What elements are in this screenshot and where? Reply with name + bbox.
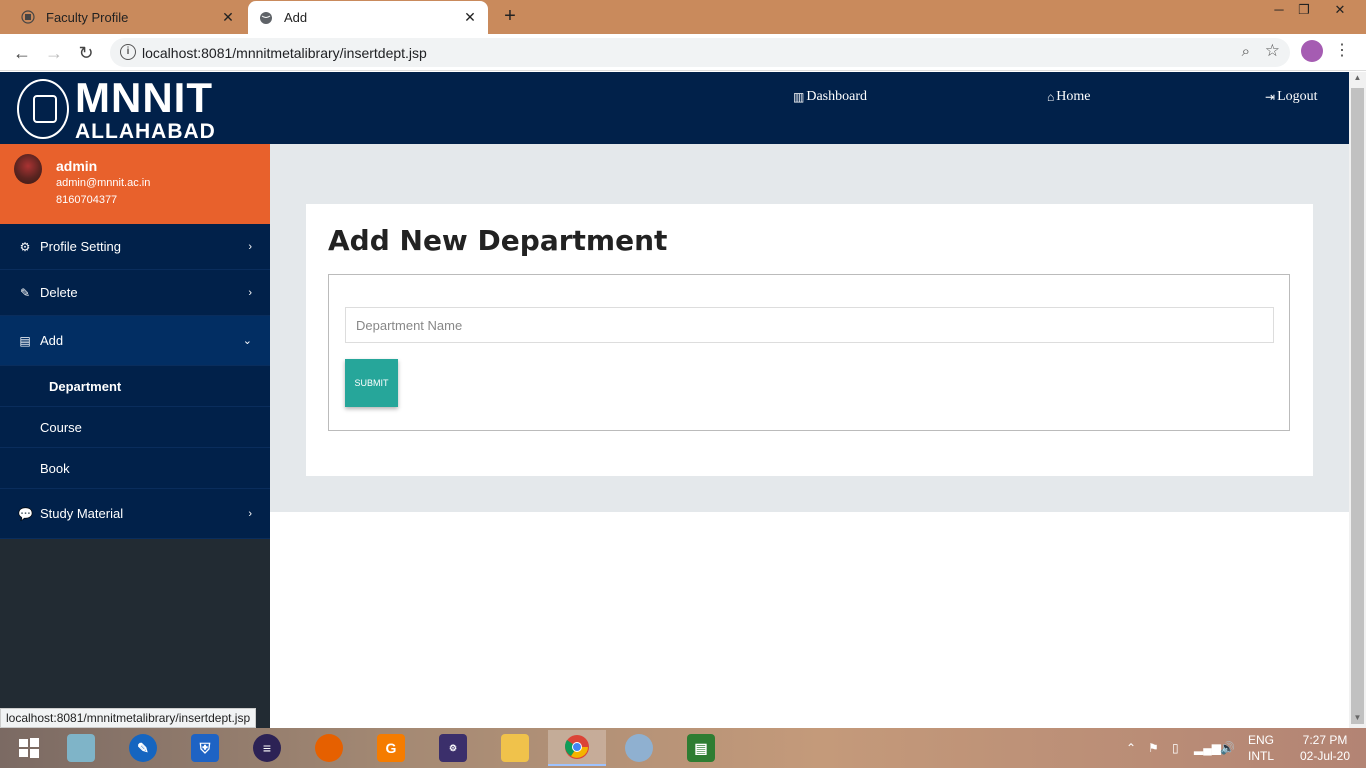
forward-icon[interactable]: → <box>42 41 66 65</box>
info-icon[interactable]: i <box>120 44 136 60</box>
sidebar-subitem-course[interactable]: Course <box>0 407 270 448</box>
sidebar-item-label: Study Material <box>40 506 124 521</box>
profile-email: admin@mnnit.ac.in <box>56 177 151 189</box>
logout-icon: ⇥ <box>1265 89 1276 104</box>
pencil-icon: ✎ <box>19 285 31 300</box>
sidebar-item-add[interactable]: ▤ Add ⌄ <box>0 316 270 366</box>
mnnit-logo[interactable]: MNNIT ALLAHABAD <box>17 73 217 143</box>
url-bar[interactable]: i localhost:8081/mnnitmetalibrary/insert… <box>110 38 1290 67</box>
logo-line2: ALLAHABAD <box>75 119 216 143</box>
chevron-right-icon: › <box>248 286 252 299</box>
nav-logout[interactable]: ⇥ Logout <box>1265 89 1318 105</box>
network-tool-icon[interactable]: ✎ <box>114 730 172 766</box>
new-tab-button[interactable]: + <box>498 4 522 28</box>
institute-seal-icon <box>17 79 69 139</box>
submit-button[interactable]: SUBMIT <box>345 359 398 407</box>
chevron-right-icon: › <box>248 507 252 520</box>
logo-line1: MNNIT <box>75 73 213 121</box>
profile-name: admin <box>56 158 98 174</box>
close-tab-icon[interactable]: ✕ <box>460 9 480 26</box>
profile-phone: 8160704377 <box>56 194 118 206</box>
scroll-down-icon[interactable]: ▼ <box>1349 713 1366 727</box>
sidebar-item-profile-setting[interactable]: ⚙ Profile Setting › <box>0 224 270 270</box>
sidebar-item-label: Add <box>40 333 64 348</box>
battery-icon[interactable]: ▯ <box>1172 728 1179 768</box>
eclipse-icon[interactable]: ≡ <box>238 730 296 766</box>
profile-avatar-icon[interactable] <box>1301 40 1323 62</box>
chevron-down-icon: ⌄ <box>242 335 252 347</box>
site-header: MNNIT ALLAHABAD <box>0 72 1349 144</box>
menu-dots-icon[interactable]: ⋮ <box>1334 40 1350 60</box>
sidebar-item-label: Profile Setting <box>40 239 121 254</box>
book-icon: ▤ <box>19 333 31 348</box>
sidebar-subitem-department[interactable]: Department <box>0 366 270 407</box>
paint-icon[interactable] <box>610 730 668 766</box>
network-flag-icon[interactable]: ⚑ <box>1148 728 1159 768</box>
add-department-card: Add New Department SUBMIT <box>306 204 1313 476</box>
security-shield-icon[interactable]: ⛨ <box>176 730 234 766</box>
globe-icon <box>258 10 274 26</box>
university-favicon-icon <box>20 9 36 25</box>
scrollbar-thumb[interactable] <box>1351 88 1364 724</box>
tab-title: Faculty Profile <box>46 9 129 25</box>
firefox-icon[interactable] <box>300 730 358 766</box>
address-bar-row: ← → ↻ i localhost:8081/mnnitmetalibrary/… <box>0 34 1366 71</box>
windows-taskbar: ✎ ⛨ ≡ G ⚙ ▤ ⌃ ⚑ ▯ ▂▄▆ 🔊 ENG INTL 7:27 PM… <box>0 728 1366 768</box>
scroll-up-icon[interactable]: ▲ <box>1349 73 1366 87</box>
sidebar-subitem-book[interactable]: Book <box>0 448 270 489</box>
wifi-signal-icon[interactable]: ▂▄▆ <box>1194 728 1221 768</box>
nav-dashboard[interactable]: ▥ Dashboard <box>793 89 867 105</box>
department-form: SUBMIT <box>328 274 1290 431</box>
department-name-input[interactable] <box>345 307 1274 343</box>
tab-faculty-profile[interactable]: Faculty Profile ✕ <box>10 0 246 34</box>
url-text[interactable]: localhost:8081/mnnitmetalibrary/insertde… <box>142 45 427 61</box>
back-icon[interactable]: ← <box>10 41 34 65</box>
comments-icon: 💬 <box>18 506 33 521</box>
close-tab-icon[interactable]: ✕ <box>218 9 238 26</box>
chrome-icon[interactable] <box>548 730 606 766</box>
show-hidden-icons-icon[interactable]: ⌃ <box>1126 728 1136 768</box>
reader-icon[interactable]: ▤ <box>672 730 730 766</box>
close-window-icon[interactable]: ✕ <box>1323 0 1357 20</box>
zoom-icon[interactable]: ⌕ <box>1242 43 1250 60</box>
home-icon: ⌂ <box>1047 89 1055 104</box>
volume-icon[interactable]: 🔊 <box>1220 728 1235 768</box>
profile-card: admin admin@mnnit.ac.in 8160704377 <box>0 144 270 224</box>
bookmark-star-icon[interactable]: ☆ <box>1265 41 1280 61</box>
restore-icon[interactable]: ❐ <box>1287 0 1321 20</box>
sidebar-item-study-material[interactable]: 💬 Study Material › <box>0 489 270 539</box>
sidebar-item-delete[interactable]: ✎ Delete › <box>0 270 270 316</box>
sidebar-item-label: Delete <box>40 285 78 300</box>
input-language[interactable]: ENG INTL <box>1244 732 1278 764</box>
browser-tab-bar: Faculty Profile ✕ Add ✕ + ─ ❐ ✕ <box>0 0 1366 34</box>
start-icon[interactable] <box>0 730 58 766</box>
vertical-scrollbar[interactable]: ▲ ▼ <box>1349 72 1366 728</box>
bar-chart-icon: ▥ <box>793 89 805 104</box>
tab-title: Add <box>284 10 308 25</box>
reload-icon[interactable]: ↻ <box>74 41 98 65</box>
java-ee-ide-icon[interactable]: ⚙ <box>424 730 482 766</box>
chevron-right-icon: › <box>248 240 252 253</box>
avatar <box>14 154 42 184</box>
file-explorer-icon[interactable] <box>486 730 544 766</box>
gears-icon: ⚙ <box>19 239 31 254</box>
system-clock[interactable]: 7:27 PM 02-Jul-20 <box>1290 732 1360 764</box>
sidebar-menu: ⚙ Profile Setting › ✎ Delete › ▤ Add ⌄ D… <box>0 224 270 539</box>
notepad-icon[interactable] <box>52 730 110 766</box>
link-status-bar: localhost:8081/mnnitmetalibrary/insertde… <box>0 708 257 728</box>
nav-home[interactable]: ⌂ Home <box>1047 89 1090 105</box>
tab-add[interactable]: Add ✕ <box>248 1 488 34</box>
sidebar: admin admin@mnnit.ac.in 8160704377 ⚙ Pro… <box>0 144 270 728</box>
page-title: Add New Department <box>328 224 668 257</box>
pdf-editor-icon[interactable]: G <box>362 730 420 766</box>
